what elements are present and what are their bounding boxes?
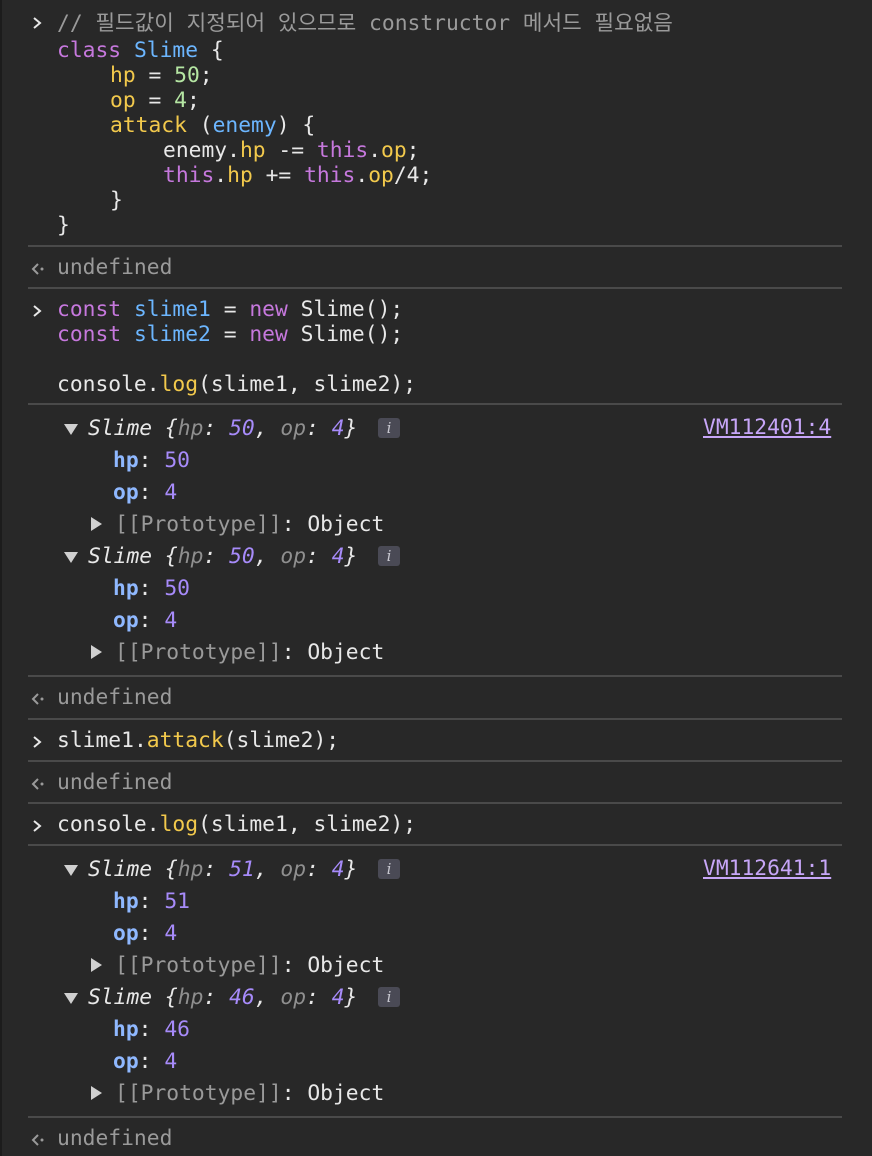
separator: [28, 403, 842, 405]
code-line-log2: console.log(slime1, slime2);: [57, 812, 417, 837]
separator: [28, 287, 842, 289]
code-line-const2: const slime2 = new Slime();: [57, 322, 404, 347]
code-line-op: op = 4;: [110, 88, 200, 113]
info-icon[interactable]: i: [378, 546, 400, 566]
return-value: undefined: [57, 255, 173, 280]
return-value: undefined: [57, 685, 173, 710]
property-op: op: 4: [113, 921, 178, 946]
info-icon[interactable]: i: [378, 859, 400, 879]
collapse-triangle-icon[interactable]: [64, 552, 78, 563]
object-summary[interactable]: Slime {hp: 51, op: 4}: [88, 857, 357, 882]
keyword-class: class: [57, 38, 122, 63]
object-summary[interactable]: Slime {hp: 50, op: 4}: [88, 416, 357, 441]
return-arrow-icon: [31, 778, 44, 790]
source-link[interactable]: VM112641:1: [703, 856, 831, 881]
prototype-row[interactable]: [[Prototype]]: Object: [115, 512, 384, 537]
code-line-attack-call: slime1.attack(slime2);: [57, 728, 340, 753]
input-prompt-icon: [33, 17, 42, 29]
object-summary[interactable]: Slime {hp: 50, op: 4}: [88, 544, 357, 569]
separator: [28, 245, 842, 247]
separator: [28, 760, 842, 762]
collapse-triangle-icon[interactable]: [64, 424, 78, 435]
return-arrow-icon: [31, 1134, 44, 1146]
code-comment: // 필드값이 지정되어 있으므로 constructor 메서드 필요없음: [57, 11, 673, 36]
code-line-minus: enemy.hp -= this.op;: [163, 138, 420, 163]
info-icon[interactable]: i: [378, 987, 400, 1007]
code-line-const1: const slime1 = new Slime();: [57, 297, 404, 322]
separator: [28, 802, 842, 804]
code-line-log: console.log(slime1, slime2);: [57, 372, 417, 397]
brace: {: [198, 38, 224, 63]
input-prompt-icon: [33, 305, 42, 317]
expand-triangle-icon[interactable]: [91, 517, 102, 531]
property-op: op: 4: [113, 1049, 178, 1074]
code-line-hp: hp = 50;: [110, 63, 213, 88]
code-line-plus: this.hp += this.op/4;: [163, 163, 433, 188]
property-hp: hp: 50: [113, 576, 190, 601]
expand-triangle-icon[interactable]: [91, 1086, 102, 1100]
return-value: undefined: [57, 770, 173, 795]
separator: [28, 844, 842, 846]
object-summary[interactable]: Slime {hp: 46, op: 4}: [88, 985, 357, 1010]
property-op: op: 4: [113, 480, 178, 505]
class-name: Slime: [133, 38, 199, 63]
property-hp: hp: 46: [113, 1017, 190, 1042]
code-close-inner: }: [110, 188, 123, 213]
expand-triangle-icon[interactable]: [91, 958, 102, 972]
info-icon[interactable]: i: [378, 418, 400, 438]
return-value: undefined: [57, 1126, 173, 1151]
code-close-outer: }: [57, 213, 70, 238]
code-line-class: class Slime {: [57, 38, 224, 63]
code-line-attack: attack (enemy) {: [110, 113, 316, 138]
property-hp: hp: 51: [113, 889, 190, 914]
property-hp: hp: 50: [113, 448, 190, 473]
return-arrow-icon: [31, 263, 44, 275]
separator: [28, 1116, 842, 1118]
prototype-row[interactable]: [[Prototype]]: Object: [115, 640, 384, 665]
expand-triangle-icon[interactable]: [91, 645, 102, 659]
input-prompt-icon: [33, 820, 42, 832]
source-link[interactable]: VM112401:4: [703, 415, 831, 440]
return-arrow-icon: [31, 693, 44, 705]
separator: [28, 718, 842, 720]
input-prompt-icon: [33, 736, 42, 748]
prototype-row[interactable]: [[Prototype]]: Object: [115, 1081, 384, 1106]
collapse-triangle-icon[interactable]: [64, 865, 78, 876]
property-op: op: 4: [113, 608, 178, 633]
prototype-row[interactable]: [[Prototype]]: Object: [115, 953, 384, 978]
separator: [28, 675, 842, 677]
collapse-triangle-icon[interactable]: [64, 993, 78, 1004]
